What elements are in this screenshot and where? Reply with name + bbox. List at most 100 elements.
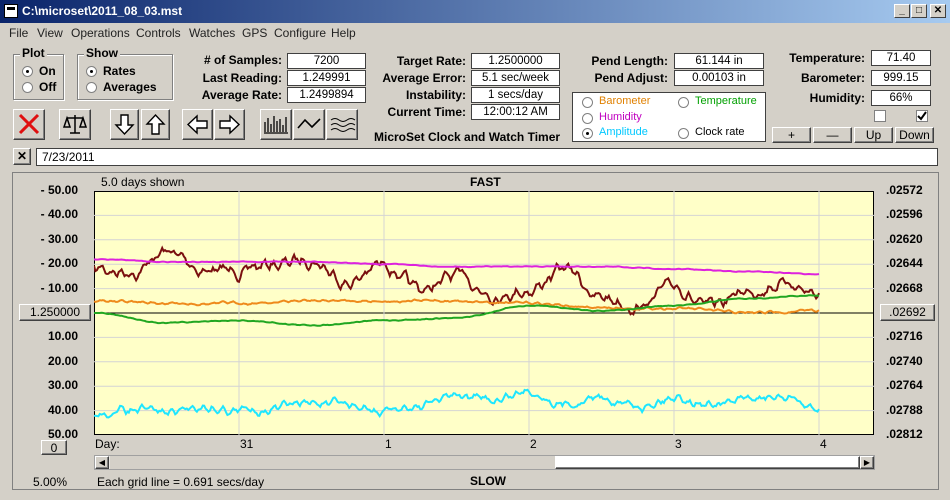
slow-label: SLOW xyxy=(470,474,506,488)
option-checkbox-2[interactable] xyxy=(916,110,928,122)
menu-view[interactable]: View xyxy=(37,26,63,40)
wave-graph-button[interactable] xyxy=(326,109,358,140)
stop-button[interactable] xyxy=(13,109,45,140)
close-window-button[interactable]: ✕ xyxy=(930,4,946,18)
menu-controls[interactable]: Controls xyxy=(136,26,181,40)
x-axis-label: Day: xyxy=(95,437,120,451)
clear-note-button[interactable]: ✕ xyxy=(13,148,31,165)
scale-up-button[interactable]: Up xyxy=(854,127,893,143)
temperature-radio[interactable] xyxy=(678,97,689,108)
instability-field: 1 secs/day xyxy=(471,87,560,103)
plot-off-radio[interactable] xyxy=(22,82,33,93)
center-rate-button[interactable]: 1.250000 xyxy=(19,304,91,321)
minimize-button[interactable]: _ xyxy=(894,4,910,18)
humidity-field: 66% xyxy=(871,90,931,106)
x-tick-label: 31 xyxy=(240,437,254,451)
scroll-left-button[interactable]: ◀ xyxy=(95,456,109,469)
humidity-label: Humidity: xyxy=(809,91,865,105)
right-arrow-button[interactable] xyxy=(214,109,245,140)
last-reading-field: 1.249991 xyxy=(287,70,366,86)
menu-help[interactable]: Help xyxy=(331,26,356,40)
stop-x-icon xyxy=(18,113,40,135)
menu-file[interactable]: File xyxy=(9,26,28,40)
average-error-field: 5.1 sec/week xyxy=(471,70,560,86)
left-tick-label: 10.00 xyxy=(47,329,78,344)
balance-button[interactable] xyxy=(59,109,91,140)
scrollbar-thumb[interactable] xyxy=(555,456,860,469)
right-tick-label: .02668 xyxy=(886,280,923,295)
right-tick-label: .02740 xyxy=(886,353,923,368)
left-tick-label: 30.00 xyxy=(47,378,78,393)
zoom-label: 5.00% xyxy=(33,475,68,489)
show-group-label: Show xyxy=(84,46,120,60)
samples-field: 7200 xyxy=(287,53,366,69)
left-tick-label: - 30.00 xyxy=(40,231,78,246)
option-checkbox-1[interactable] xyxy=(874,110,886,122)
temperature-field: 71.40 xyxy=(871,50,931,66)
current-time-field: 12:00:12 AM xyxy=(471,104,560,120)
pend-length-label: Pend Length: xyxy=(591,54,668,68)
barometer-option-label: Barometer xyxy=(599,95,651,107)
menu-gps[interactable]: GPS xyxy=(242,26,267,40)
maximize-button[interactable]: □ xyxy=(911,4,927,18)
x-tick-label: 3 xyxy=(675,437,682,451)
arrow-down-icon xyxy=(114,114,135,136)
scale-down-button[interactable]: Down xyxy=(895,127,934,143)
plot-area xyxy=(94,191,874,435)
left-tick-label: - 20.00 xyxy=(40,256,78,271)
app-icon xyxy=(4,4,18,18)
bar-graph-button[interactable] xyxy=(260,109,292,140)
clock-rate-radio[interactable] xyxy=(678,128,689,139)
left-tick-label: - 50.00 xyxy=(40,183,78,197)
menu-operations[interactable]: Operations xyxy=(71,26,130,40)
plot-on-radio[interactable] xyxy=(22,66,33,77)
down-arrow-button[interactable] xyxy=(110,109,139,140)
left-tick-label: 50.00 xyxy=(47,427,78,441)
plot-off-label: Off xyxy=(39,80,57,94)
left-arrow-button[interactable] xyxy=(182,109,213,140)
pend-adjust-field: 0.00103 in xyxy=(674,70,764,86)
menu-configure[interactable]: Configure xyxy=(274,26,326,40)
plot-group-label: Plot xyxy=(20,46,47,60)
show-averages-label: Averages xyxy=(103,80,157,94)
left-tick-label: 40.00 xyxy=(47,402,78,417)
humidity-option-label: Humidity xyxy=(599,111,642,123)
arrow-up-icon xyxy=(145,113,166,135)
scrollbar-track[interactable] xyxy=(110,456,555,469)
average-rate-field: 1.2499894 xyxy=(287,87,366,103)
average-error-label: Average Error: xyxy=(382,71,466,85)
fast-label: FAST xyxy=(470,175,501,189)
note-input[interactable]: 7/23/2011 xyxy=(36,148,938,166)
product-label: MicroSet Clock and Watch Timer xyxy=(374,130,561,144)
show-averages-radio[interactable] xyxy=(86,82,97,93)
right-tick-label: .02812 xyxy=(886,427,923,441)
x-tick-label: 1 xyxy=(385,437,392,451)
wave-graph-icon xyxy=(330,118,356,132)
left-tick-label: - 40.00 xyxy=(40,207,78,222)
scale-minus-button[interactable]: — xyxy=(813,127,852,143)
barometer-field: 999.15 xyxy=(871,70,931,86)
right-tick-label: .02788 xyxy=(886,402,923,417)
right-center-button[interactable]: .02692 xyxy=(880,304,935,321)
grid-note-label: Each grid line = 0.691 secs/day xyxy=(97,475,265,489)
menu-watches[interactable]: Watches xyxy=(189,26,235,40)
target-rate-field[interactable]: 1.2500000 xyxy=(471,53,560,69)
samples-label: # of Samples: xyxy=(203,53,282,67)
title-bar: C:\microset\2011_08_03.mst _ □ ✕ xyxy=(0,0,950,23)
line-graph-button[interactable] xyxy=(293,109,325,140)
series-select-box: Barometer Temperature Humidity Amplitude… xyxy=(572,92,766,142)
left-tick-label: - 10.00 xyxy=(40,280,78,295)
up-arrow-button[interactable] xyxy=(141,109,170,140)
humidity-radio[interactable] xyxy=(582,113,593,124)
plot-on-label: On xyxy=(39,64,56,78)
scroll-value-button[interactable]: 0 xyxy=(41,440,67,455)
barometer-radio[interactable] xyxy=(582,97,593,108)
bar-graph-icon xyxy=(264,116,288,134)
scroll-right-button[interactable]: ▶ xyxy=(860,456,874,469)
right-tick-label: .02644 xyxy=(886,256,923,271)
pend-length-field[interactable]: 61.144 in xyxy=(674,53,764,69)
horizontal-scrollbar[interactable]: ◀ ▶ xyxy=(94,455,875,470)
scale-plus-button[interactable]: + xyxy=(772,127,811,143)
amplitude-radio[interactable] xyxy=(582,128,593,139)
show-rates-radio[interactable] xyxy=(86,66,97,77)
